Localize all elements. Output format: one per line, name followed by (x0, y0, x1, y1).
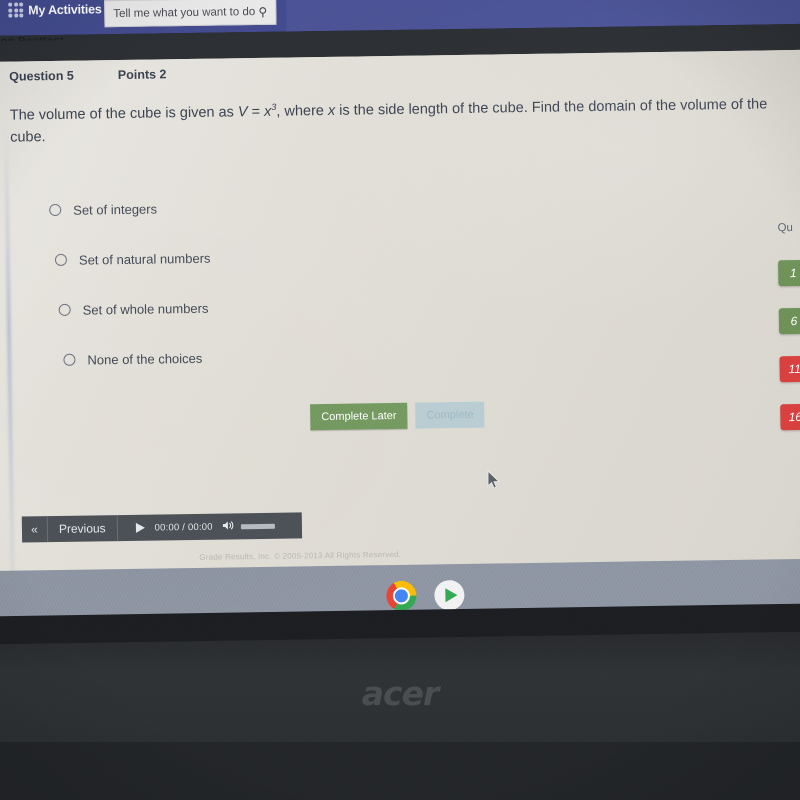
answer-choice-1[interactable]: Set of integers (49, 179, 470, 235)
answer-choice-4[interactable]: None of the choices (51, 329, 472, 385)
question-points: Points 2 (117, 67, 167, 83)
radio-button-3[interactable] (58, 303, 71, 316)
question-text-part1: The volume of the cube is given as (9, 104, 239, 124)
answer-choice-2-label: Set of natural numbers (78, 250, 211, 268)
mouse-cursor (487, 470, 501, 489)
quiz-page: Question 5 Points 2 The volume of the cu… (0, 49, 800, 582)
photo-of-laptop-screen: My Activities Tell me what you want to d… (0, 0, 800, 800)
time-total: 00:00 (187, 521, 213, 533)
question-nav-tile-11[interactable]: 11 (779, 355, 800, 383)
question-text: The volume of the cube is given as V = x… (10, 93, 793, 150)
answer-choices: Set of integers Set of natural numbers S… (49, 179, 472, 385)
shelf-icon-group (386, 579, 465, 619)
formula-v: V (237, 104, 248, 121)
question-nav-tile-11-label: 11 (788, 361, 800, 377)
question-navigator-title: Qu (777, 222, 793, 235)
answer-choice-2[interactable]: Set of natural numbers (50, 229, 471, 285)
my-activities-button[interactable]: My Activities (8, 1, 102, 18)
answer-choice-4-label: None of the choices (87, 350, 203, 368)
grid-dots-icon (8, 2, 24, 18)
question-nav-tile-16-label: 16 (788, 409, 800, 425)
laptop-screen: My Activities Tell me what you want to d… (0, 0, 800, 594)
action-buttons: Complete Later Complete (310, 401, 485, 431)
radio-button-4[interactable] (63, 353, 76, 366)
question-text-part2: , where (276, 102, 329, 120)
player-time: 00:00 / 00:00 (155, 521, 213, 533)
question-nav-tile-16[interactable]: 16 (780, 403, 800, 431)
footer-copyright: Grade Results, Inc. © 2005-2013 All Righ… (199, 549, 402, 562)
question-nav-tile-1[interactable]: 1 (778, 259, 800, 287)
answer-choice-1-label: Set of integers (73, 200, 158, 218)
time-elapsed: 00:00 (154, 521, 180, 534)
question-nav-tile-6[interactable]: 6 (778, 307, 800, 335)
screen-edge-reflection (3, 121, 15, 582)
time-separator: / (182, 521, 186, 533)
media-player-bar: « Previous 00:00 / 00:00 (21, 512, 303, 543)
answer-choice-3[interactable]: Set of whole numbers (50, 279, 471, 335)
chrome-icon[interactable] (386, 580, 417, 619)
quiz-page-surface: Question 5 Points 2 The volume of the cu… (0, 49, 800, 582)
search-input[interactable]: Tell me what you want to do ⚲ (104, 0, 277, 28)
play-icon[interactable] (135, 522, 145, 533)
acer-brand-logo: acer (361, 674, 440, 713)
radio-button-1[interactable] (49, 203, 62, 217)
laptop-bezel: acer (0, 622, 800, 800)
question-nav-tile-6-label: 6 (790, 314, 798, 329)
answer-choice-3-label: Set of whole numbers (82, 300, 209, 318)
question-header: Question 5 Points 2 (9, 67, 166, 83)
complete-button[interactable]: Complete (415, 401, 485, 429)
complete-later-button[interactable]: Complete Later (310, 402, 408, 431)
previous-button[interactable]: Previous (47, 515, 118, 543)
double-chevron-left-icon[interactable]: « (21, 516, 49, 543)
laptop-lower-body (0, 742, 800, 800)
speaker-icon[interactable] (222, 519, 235, 533)
question-number: Question 5 (9, 68, 74, 84)
search-icon[interactable]: ⚲ (258, 4, 267, 18)
google-play-icon[interactable] (434, 579, 465, 611)
search-placeholder: Tell me what you want to do (113, 5, 256, 20)
volume-slider[interactable] (240, 523, 275, 529)
my-activities-label: My Activities (28, 1, 102, 17)
previous-label: Previous (58, 521, 106, 536)
question-navigator: Qu 1 6 11 16 (771, 221, 800, 452)
collapse-label: « (30, 522, 38, 537)
question-nav-tile-1-label: 1 (789, 266, 797, 281)
formula-equals: = (247, 103, 265, 121)
play-store-triangle (444, 588, 458, 603)
radio-button-2[interactable] (54, 253, 68, 267)
